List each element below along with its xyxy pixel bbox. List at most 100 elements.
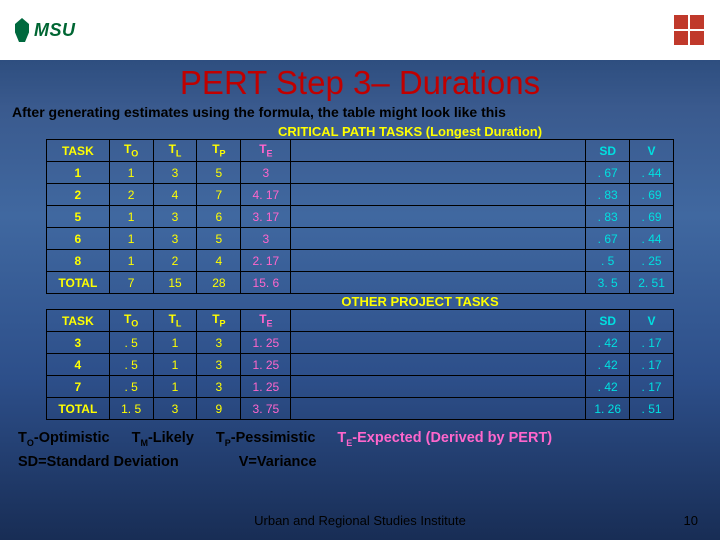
cell-sd: . 83: [586, 184, 630, 206]
table-row: 51363. 17. 83. 69: [47, 206, 674, 228]
gap-cell: [291, 310, 586, 332]
table-row: 61353. 67. 44: [47, 228, 674, 250]
table-row: TOTAL1. 5393. 751. 26. 51: [47, 398, 674, 420]
cell-to: 1. 5: [109, 398, 153, 420]
table-row: 11353. 67. 44: [47, 162, 674, 184]
cell-te: 2. 17: [241, 250, 291, 272]
slide-title: PERT Step 3– Durations: [0, 64, 720, 102]
col-v: V: [630, 140, 674, 162]
page-number: 10: [684, 513, 698, 528]
cell-te: 3. 17: [241, 206, 291, 228]
col-te: TE: [241, 140, 291, 162]
col-to: TO: [109, 310, 153, 332]
header-row: TASK TO TL TP TE SD V: [47, 310, 674, 332]
gap-cell: [291, 228, 586, 250]
cell-te: 3: [241, 162, 291, 184]
gap-cell: [291, 184, 586, 206]
spartan-icon: [12, 18, 32, 42]
gap-cell: [291, 272, 586, 294]
header-row: TASK TO TL TP TE SD V: [47, 140, 674, 162]
cell-tp: 28: [197, 272, 241, 294]
cell-te: 1. 25: [241, 376, 291, 398]
cell-to: 1: [109, 162, 153, 184]
gap-cell: [291, 354, 586, 376]
cell-tp: 7: [197, 184, 241, 206]
col-tp: TP: [197, 310, 241, 332]
cell-v: 2. 51: [630, 272, 674, 294]
col-sd: SD: [586, 310, 630, 332]
cell-tl: 2: [153, 250, 197, 272]
cell-sd: . 42: [586, 376, 630, 398]
col-sd: SD: [586, 140, 630, 162]
cell-task: 2: [47, 184, 110, 206]
table-row: 7. 5131. 25. 42. 17: [47, 376, 674, 398]
table-row: 22474. 17. 83. 69: [47, 184, 674, 206]
cell-tp: 4: [197, 250, 241, 272]
table-row: 4. 5131. 25. 42. 17: [47, 354, 674, 376]
cell-v: . 17: [630, 332, 674, 354]
cell-tp: 3: [197, 354, 241, 376]
cell-v: . 17: [630, 376, 674, 398]
cell-to: 7: [109, 272, 153, 294]
col-v: V: [630, 310, 674, 332]
msu-text: MSU: [34, 20, 76, 41]
cell-te: 1. 25: [241, 332, 291, 354]
cell-sd: . 67: [586, 228, 630, 250]
legend: TO-Optimistic TM-Likely TP-Pessimistic T…: [0, 420, 720, 470]
cell-sd: . 83: [586, 206, 630, 228]
table-row: 81242. 17 . 5. 25: [47, 250, 674, 272]
table-row: 3. 5131. 25. 42. 17: [47, 332, 674, 354]
col-task: TASK: [47, 140, 110, 162]
cell-te: 1. 25: [241, 354, 291, 376]
cell-te: 15. 6: [241, 272, 291, 294]
cell-task: 6: [47, 228, 110, 250]
cell-v: . 17: [630, 354, 674, 376]
table-row: TOTAL7152815. 6 3. 52. 51: [47, 272, 674, 294]
cell-sd: . 67: [586, 162, 630, 184]
slide-subtitle: After generating estimates using the for…: [0, 104, 720, 124]
cell-tl: 3: [153, 162, 197, 184]
other-table: TASK TO TL TP TE SD V 3 . 5131. 25 . 42. 1…: [46, 309, 674, 420]
cell-te: 3: [241, 228, 291, 250]
cell-task: 7: [47, 376, 110, 398]
col-tl: TL: [153, 310, 197, 332]
legend-to: TO-Optimistic: [18, 430, 110, 448]
gap-cell: [291, 140, 586, 162]
cell-tl: 1: [153, 354, 197, 376]
cell-tp: 3: [197, 376, 241, 398]
cell-to: . 5: [109, 332, 153, 354]
gap-cell: [291, 250, 586, 272]
critical-table: TASK TO TL TP TE SD V 11353. 67. 4422474…: [46, 139, 674, 294]
cell-task: TOTAL: [47, 272, 110, 294]
cell-sd: . 5: [586, 250, 630, 272]
cell-v: . 44: [630, 162, 674, 184]
gap-cell: [291, 398, 586, 420]
legend-sd: SD=Standard Deviation: [18, 454, 179, 470]
cell-tl: 3: [153, 206, 197, 228]
col-tp: TP: [197, 140, 241, 162]
gap-cell: [291, 162, 586, 184]
legend-te: TE-Expected (Derived by PERT): [337, 430, 552, 448]
gap-cell: [291, 376, 586, 398]
header-bar: MSU: [0, 0, 720, 60]
cell-task: 5: [47, 206, 110, 228]
cell-tl: 1: [153, 332, 197, 354]
cell-to: . 5: [109, 354, 153, 376]
msu-logo: MSU: [12, 18, 76, 42]
cell-to: 2: [109, 184, 153, 206]
cell-v: . 25: [630, 250, 674, 272]
cell-task: 4: [47, 354, 110, 376]
cell-tl: 15: [153, 272, 197, 294]
slide: MSU PERT Step 3– Durations After generat…: [0, 0, 720, 540]
gap-cell: [291, 332, 586, 354]
cell-sd: . 42: [586, 332, 630, 354]
cell-sd: 3. 5: [586, 272, 630, 294]
cell-task: 8: [47, 250, 110, 272]
cell-tl: 3: [153, 228, 197, 250]
cell-to: 1: [109, 250, 153, 272]
other-banner: OTHER PROJECT TASKS: [46, 294, 674, 309]
cell-v: . 69: [630, 184, 674, 206]
legend-tm: TM-Likely: [132, 430, 194, 448]
cell-to: . 5: [109, 376, 153, 398]
cell-task: 1: [47, 162, 110, 184]
